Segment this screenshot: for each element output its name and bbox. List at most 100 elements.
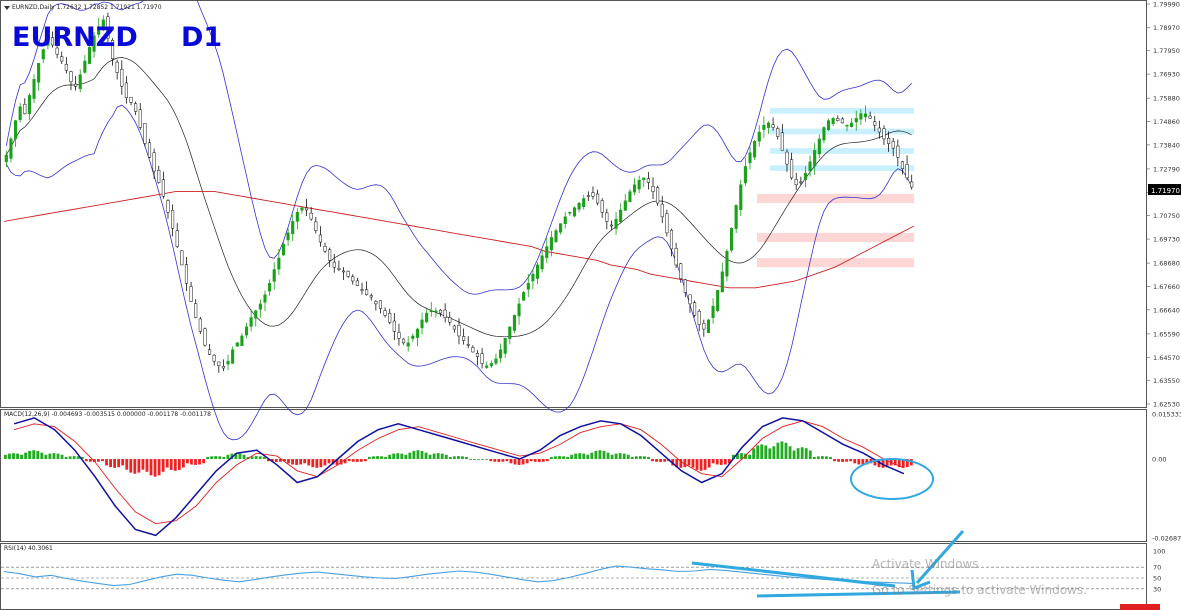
- macd-histogram-bar: [165, 459, 169, 468]
- macd-histogram-bar: [804, 448, 808, 460]
- candle-body: [314, 221, 318, 231]
- candle-body: [766, 122, 771, 128]
- macd-histogram-bar: [210, 456, 214, 460]
- candle-body: [443, 309, 447, 318]
- candle-body: [591, 192, 595, 197]
- candle-body: [452, 325, 456, 330]
- candle-body: [286, 232, 290, 241]
- macd-histogram-bar: [88, 459, 92, 462]
- macd-tick-label: -0.026879: [1152, 535, 1181, 543]
- macd-histogram-bar: [517, 459, 521, 465]
- macd-histogram-bar: [206, 456, 210, 460]
- macd-histogram-bar: [562, 456, 565, 460]
- candle-body: [632, 184, 637, 193]
- candle-body: [813, 150, 817, 167]
- macd-histogram-bar: [420, 450, 424, 460]
- macd-histogram-bar: [20, 454, 24, 460]
- candle-body: [457, 324, 461, 337]
- macd-histogram-bar: [440, 453, 444, 460]
- macd-histogram-bar: [473, 459, 476, 460]
- candle-body: [702, 323, 706, 330]
- macd-histogram-bar: [36, 450, 40, 460]
- candle-body: [351, 276, 355, 282]
- macd-histogram-bar: [772, 446, 776, 460]
- price-tick-label: 1.65590: [1153, 330, 1180, 338]
- price-tick-label: 1.72790: [1153, 165, 1180, 173]
- candle-body: [845, 124, 849, 127]
- candle-body: [729, 228, 734, 251]
- candle-body: [277, 257, 281, 270]
- candle-body: [249, 317, 253, 327]
- candle-body: [582, 198, 586, 207]
- macd-histogram-bar: [703, 459, 707, 470]
- candle-body: [4, 154, 8, 163]
- candle-body: [226, 360, 230, 365]
- macd-histogram-bar: [428, 454, 432, 460]
- candle-body: [471, 347, 475, 353]
- macd-histogram-bar: [432, 453, 436, 460]
- main-panel-title: EURNZD,Daily 1.72632 1.72852 1.71921 1.7…: [12, 4, 162, 11]
- main-panel-symbol: EURNZD,Daily: [12, 4, 55, 11]
- macd-histogram-bar: [558, 456, 561, 460]
- macd-histogram-bar: [477, 459, 481, 460]
- candle-body: [522, 292, 526, 301]
- macd-histogram-bar: [768, 448, 772, 460]
- candle-body: [794, 179, 798, 186]
- macd-histogram-bar: [808, 450, 812, 460]
- macd-histogram-bar: [829, 456, 832, 460]
- macd-histogram-bar: [101, 459, 104, 462]
- chart-canvas[interactable]: 1.79990 1.78970 1.77950 1.76930 1.75880 1.748…: [0, 0, 1181, 610]
- candle-body: [388, 312, 392, 323]
- macd-histogram-bar: [149, 459, 153, 476]
- macd-histogram-bar: [501, 459, 505, 462]
- candle-body: [397, 332, 401, 339]
- candle-body: [614, 218, 618, 229]
- macd-histogram-bar: [12, 453, 15, 460]
- candle-body: [346, 270, 350, 277]
- candle-body: [882, 128, 886, 140]
- candle-body: [415, 328, 419, 338]
- candle-body: [369, 295, 373, 298]
- candle-body: [406, 342, 410, 347]
- macd-histogram-bar: [214, 456, 218, 460]
- macd-histogram-bar: [177, 459, 181, 470]
- macd-histogram-bar: [448, 456, 452, 460]
- candle-body: [780, 132, 784, 151]
- candle-body: [374, 301, 378, 305]
- macd-histogram-bar: [578, 453, 582, 460]
- macd-histogram-bar: [125, 459, 129, 470]
- panel-menu-icon[interactable]: [4, 6, 10, 10]
- candle-body: [32, 79, 36, 99]
- macd-histogram-bar: [594, 450, 598, 460]
- macd-histogram-bar: [598, 450, 602, 460]
- candle-body: [291, 221, 295, 235]
- candle-body: [877, 127, 881, 133]
- candle-body: [462, 336, 466, 341]
- macd-histogram-bar: [784, 442, 788, 460]
- macd-histogram-bar: [485, 459, 489, 460]
- macd-histogram-bar: [586, 454, 590, 460]
- candle-body: [665, 213, 669, 234]
- macd-histogram-bar: [52, 453, 56, 460]
- watermark-line1: Activate Windows: [872, 557, 979, 571]
- candle-body: [272, 269, 276, 282]
- candle-body: [425, 312, 429, 323]
- candle-body: [572, 207, 577, 217]
- candle-body: [263, 294, 267, 303]
- macd-histogram-bar: [723, 459, 727, 465]
- macd-histogram-bar: [780, 441, 784, 460]
- price-tick-label: 1.79990: [1153, 1, 1180, 9]
- macd-histogram-bar: [56, 453, 60, 460]
- macd-histogram-bar: [48, 453, 52, 460]
- macd-histogram-bar: [825, 456, 828, 460]
- macd-histogram-bar: [404, 454, 408, 460]
- macd-histogram-bar: [254, 456, 258, 460]
- candle-body: [355, 280, 359, 286]
- price-axis: 1.79990 1.78970 1.77950 1.76930 1.75880 1.748…: [1146, 1, 1180, 409]
- macd-histogram-bar: [218, 456, 222, 460]
- main-panel-ohlc: 1.72632 1.72852 1.71921 1.71970: [56, 4, 162, 11]
- candle-body: [596, 193, 600, 204]
- candle-body: [799, 181, 803, 184]
- candle-body: [711, 305, 715, 318]
- candle-body: [143, 123, 147, 144]
